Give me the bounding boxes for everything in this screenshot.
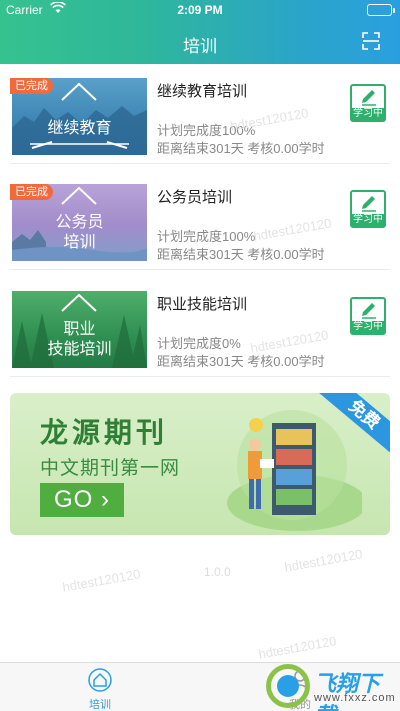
battery-icon [367,4,395,16]
studying-button[interactable]: 学习中 [350,84,386,122]
watermark: hdtest120120 [283,546,364,575]
thumbnail-caption-line2: 技能培训 [47,341,112,358]
completed-badge: 已完成 [10,78,53,94]
studying-button[interactable]: 学习中 [350,297,386,335]
course-meta: 距离结束301天 考核0.00学时 [157,247,325,262]
completed-badge: 已完成 [10,184,53,200]
page-title: 培训 [183,37,217,56]
studying-label: 学习中 [352,108,384,120]
home-icon [88,668,112,692]
course-item[interactable]: 职业 技能培训 职业技能培训 计划完成度0% 距离结束301天 考核0.00学时… [10,281,390,377]
watermark: hdtest120120 [257,633,338,662]
studying-button[interactable]: 学习中 [350,190,386,228]
course-title: 职业技能培训 [157,296,248,313]
thumbnail-caption-line1: 职业 [63,321,96,338]
course-thumbnail: 职业 技能培训 [12,291,147,368]
site-logo-name: 飞翔下载 [314,671,381,711]
course-meta: 距离结束301天 考核0.00学时 [157,354,325,369]
reader-illustration [227,410,362,531]
course-progress: 计划完成度100% [157,229,256,244]
edit-icon [362,90,376,106]
watermark: hdtest120120 [61,566,142,595]
status-bar: Carrier 2:09 PM [0,0,400,20]
edit-icon [362,196,376,212]
course-progress: 计划完成度0% [157,336,241,351]
promo-go-label: GO [54,486,94,513]
course-item[interactable]: 公务员 培训 已完成 公务员培训 计划完成度100% 距离结束301天 考核0.… [10,174,390,270]
thumbnail-caption-line1: 公务员 [55,214,104,231]
promo-banner[interactable]: 龙源期刊 中文期刊第一网 GO › 免费 [10,393,390,535]
studying-label: 学习中 [352,321,384,333]
promo-title: 龙源期刊 [40,417,169,448]
app-header: Carrier 2:09 PM 培训 [0,0,400,64]
clock: 2:09 PM [177,3,223,17]
tab-training-label: 培训 [89,699,111,711]
scan-icon[interactable] [360,30,382,52]
studying-label: 学习中 [352,214,384,226]
thumbnail-caption: 继续教育 [47,120,112,137]
site-logo-watermark: 飞翔下载 www.fxxz.com [266,664,400,711]
tab-training[interactable]: 培训 [0,663,200,711]
edit-icon [362,303,376,319]
course-title: 继续教育培训 [157,83,248,100]
version-label: 1.0.0 [204,565,231,579]
site-logo-url: www.fxxz.com [314,692,396,704]
thumbnail-caption-line2: 培训 [63,234,96,251]
course-item[interactable]: 继续教育 已完成 继续教育培训 计划完成度100% 距离结束301天 考核0.0… [10,68,390,164]
promo-go-button[interactable]: GO › [40,483,124,517]
course-meta: 距离结束301天 考核0.00学时 [157,141,325,156]
course-title: 公务员培训 [157,189,233,206]
promo-subtitle: 中文期刊第一网 [40,458,181,479]
